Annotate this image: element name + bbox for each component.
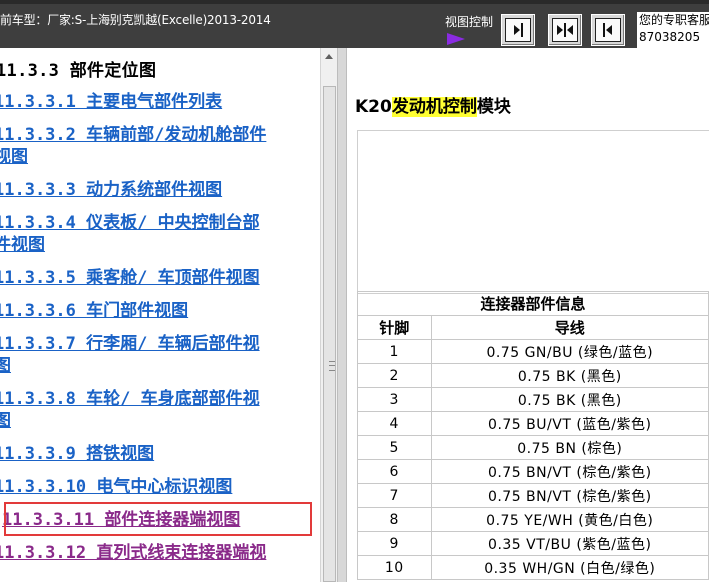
connector-info-table: 连接器部件信息 针脚 导线 1 0.75 GN/BU (绿色/蓝色) 2 0.75 …: [357, 291, 709, 580]
view-split-button[interactable]: [548, 14, 582, 46]
scrollbar-grip-icon: [329, 361, 335, 371]
customer-service-label: 您的专职客服: [639, 13, 709, 27]
toc-link-11-3-3-7[interactable]: 11.3.3.7 行李厢/ 车辆后部件视图: [0, 333, 260, 377]
toc-link-11-3-3-2[interactable]: 11.3.3.2 车辆前部/发动机舱部件 视图: [0, 124, 266, 168]
pin-cell: 3: [357, 387, 432, 412]
table-row: 7 0.75 BN/VT (棕色/紫色): [357, 483, 709, 508]
table-row: 10 0.35 WH/GN (白色/绿色): [357, 555, 709, 580]
toc-link-11-3-3-3[interactable]: 11.3.3.3 动力系统部件视图: [0, 179, 222, 201]
customer-service-box: 您的专职客服 87038205: [637, 12, 709, 48]
wire-cell: 0.35 VT/BU (紫色/蓝色): [430, 531, 709, 556]
wire-cell: 0.75 BK (黑色): [430, 387, 709, 412]
view-control-label: 视图控制: [445, 15, 494, 29]
pin-cell: 8: [357, 507, 432, 532]
toc-link-11-3-3-9[interactable]: 11.3.3.9 搭铁视图: [0, 443, 154, 465]
module-title: K20发动机控制模块: [355, 97, 511, 117]
scroll-up-arrow-icon[interactable]: [325, 54, 333, 59]
toolbar-top-stripe: [0, 0, 709, 4]
connector-image-frame: [357, 130, 709, 294]
pane-splitter[interactable]: [337, 48, 347, 582]
vehicle-model-text: 前车型：厂家:S-上海别克凯越(Excelle)2013-2014: [0, 13, 271, 27]
wire-cell: 0.75 BN/VT (棕色/紫色): [430, 459, 709, 484]
column-header-pin: 针脚: [357, 315, 432, 340]
view-control-arrow-icon: [447, 33, 465, 45]
table-row: 8 0.75 YE/WH (黄色/白色): [357, 507, 709, 532]
wire-cell: 0.75 BU/VT (蓝色/紫色): [430, 411, 709, 436]
split-arrows-icon: [552, 18, 578, 42]
pin-cell: 9: [357, 531, 432, 556]
toc-heading: 11.3.3 部件定位图: [0, 61, 157, 81]
toc-link-11-3-3-5[interactable]: 11.3.3.5 乘客舱/ 车顶部件视图: [0, 267, 260, 289]
pin-cell: 5: [357, 435, 432, 460]
pin-cell: 4: [357, 411, 432, 436]
pin-cell: 7: [357, 483, 432, 508]
arrow-left-bar-icon: [595, 18, 621, 42]
wire-cell: 0.35 WH/GN (白色/绿色): [430, 555, 709, 580]
wire-cell: 0.75 BN/VT (棕色/紫色): [430, 483, 709, 508]
selected-link-highlight: [4, 502, 312, 536]
wire-cell: 0.75 BK (黑色): [430, 363, 709, 388]
wire-cell: 0.75 YE/WH (黄色/白色): [430, 507, 709, 532]
table-row: 6 0.75 BN/VT (棕色/紫色): [357, 459, 709, 484]
toc-scrollbar[interactable]: [320, 48, 337, 582]
connector-info-header: 连接器部件信息: [357, 291, 709, 316]
content-pane: K20发动机控制模块 连接器部件信息 针脚 导线 1 0.75 GN/BU (绿色…: [347, 48, 709, 582]
top-toolbar: 前车型：厂家:S-上海别克凯越(Excelle)2013-2014 视图控制 您…: [0, 0, 709, 48]
toc-pane: 11.3.3 部件定位图 11.3.3.1 主要电气部件列表 11.3.3.2 …: [0, 48, 320, 582]
module-title-highlight: 发动机控制: [391, 97, 477, 117]
wire-cell: 0.75 GN/BU (绿色/蓝色): [430, 339, 709, 364]
toc-link-11-3-3-6[interactable]: 11.3.3.6 车门部件视图: [0, 300, 188, 322]
table-row: 1 0.75 GN/BU (绿色/蓝色): [357, 339, 709, 364]
customer-service-number: 87038205: [639, 30, 701, 44]
table-row: 5 0.75 BN (棕色): [357, 435, 709, 460]
view-left-button[interactable]: [591, 14, 625, 46]
table-row: 3 0.75 BK (黑色): [357, 387, 709, 412]
scrollbar-thumb[interactable]: [323, 86, 336, 582]
arrow-right-bar-icon: [505, 18, 531, 42]
pin-cell: 10: [357, 555, 432, 580]
toc-link-11-3-3-4[interactable]: 11.3.3.4 仪表板/ 中央控制台部 件视图: [0, 212, 260, 256]
column-header-wire: 导线: [430, 315, 709, 340]
view-right-button[interactable]: [501, 14, 535, 46]
toc-link-11-3-3-8[interactable]: 11.3.3.8 车轮/ 车身底部部件视图: [0, 388, 260, 432]
table-row: 4 0.75 BU/VT (蓝色/紫色): [357, 411, 709, 436]
pin-cell: 1: [357, 339, 432, 364]
toc-link-11-3-3-1[interactable]: 11.3.3.1 主要电气部件列表: [0, 91, 222, 113]
wire-cell: 0.75 BN (棕色): [430, 435, 709, 460]
table-row: 2 0.75 BK (黑色): [357, 363, 709, 388]
pin-cell: 6: [357, 459, 432, 484]
toc-link-11-3-3-12[interactable]: 11.3.3.12 直列式线束连接器端视: [0, 542, 266, 564]
pin-cell: 2: [357, 363, 432, 388]
toc-link-11-3-3-10[interactable]: 11.3.3.10 电气中心标识视图: [0, 476, 232, 498]
table-row: 9 0.35 VT/BU (紫色/蓝色): [357, 531, 709, 556]
